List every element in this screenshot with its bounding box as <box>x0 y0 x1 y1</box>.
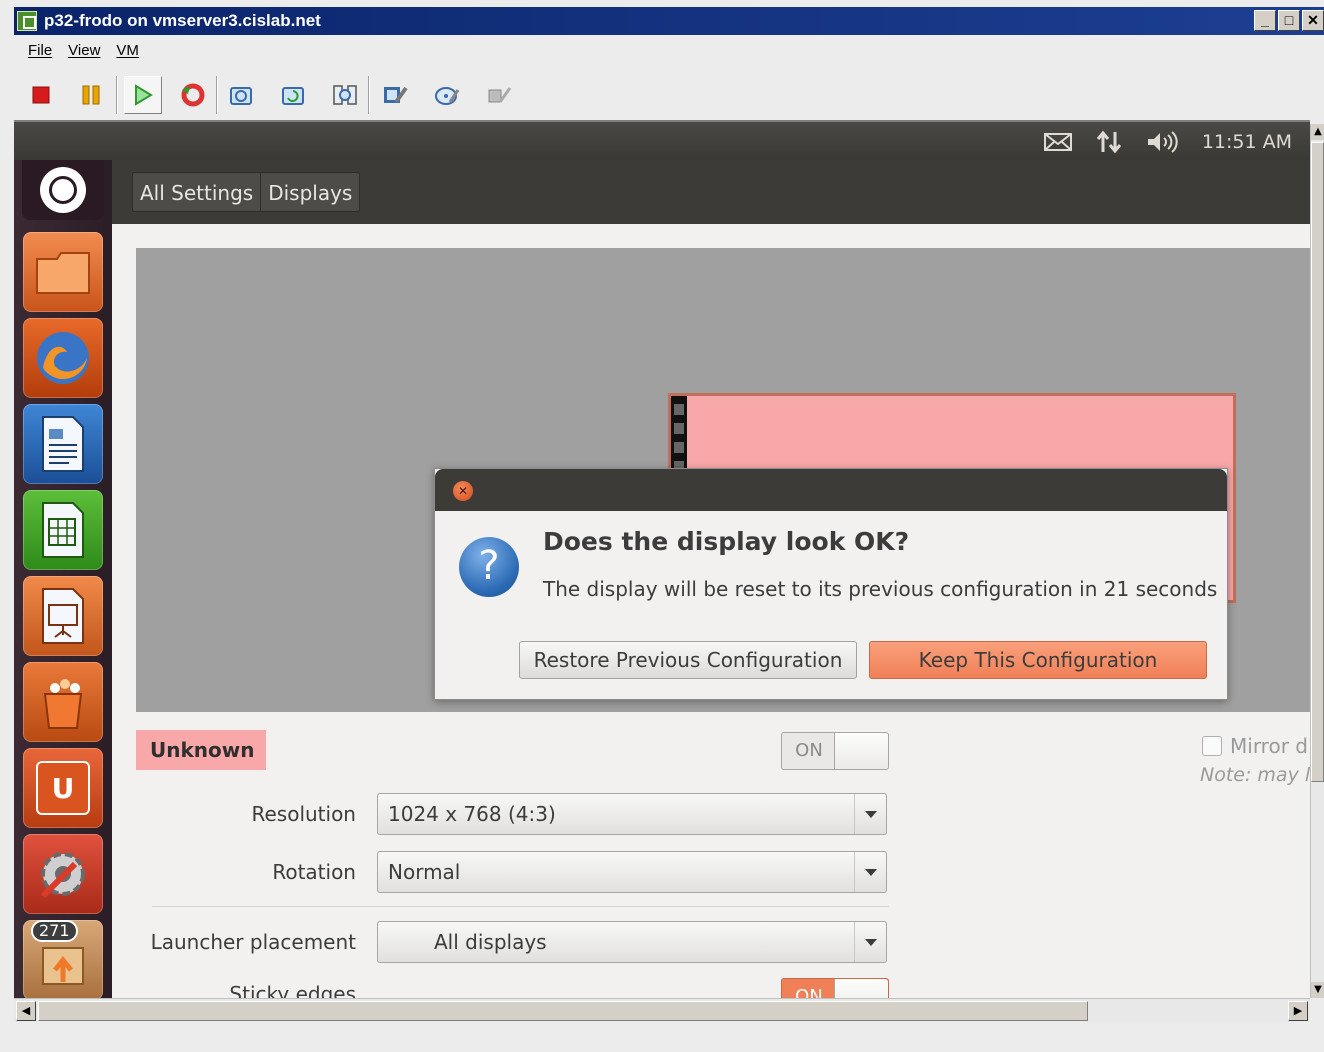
launcher-placement-label: Launcher placement <box>150 930 356 954</box>
sticky-toggle-label: ON <box>795 986 823 998</box>
dialog-title: Does the display look OK? <box>543 527 910 556</box>
volume-icon[interactable] <box>1146 130 1178 154</box>
settings-header: All Settings Displays <box>112 160 1310 224</box>
sticky-edges-toggle[interactable]: ON <box>781 978 889 998</box>
scroll-left-icon[interactable]: ◀ <box>16 1001 36 1021</box>
vertical-scroll-thumb[interactable] <box>1311 142 1324 782</box>
mirror-label: Mirror d <box>1230 734 1308 758</box>
ubuntu-top-panel: 11:51 AM <box>14 122 1310 160</box>
maximize-button[interactable]: □ <box>1278 10 1300 31</box>
firefox-icon[interactable] <box>23 318 103 398</box>
horizontal-scrollbar[interactable]: ◀ ▶ <box>14 998 1310 1022</box>
dialog-message: The display will be reset to its previou… <box>543 577 1218 601</box>
resolution-dropdown[interactable]: 1024 x 768 (4:3) <box>377 793 887 835</box>
mail-icon[interactable] <box>1043 132 1072 152</box>
writer-icon[interactable] <box>23 404 103 484</box>
display-on-toggle[interactable]: ON <box>781 732 889 770</box>
cd-dvd-icon[interactable] <box>432 80 462 110</box>
clock[interactable]: 11:51 AM <box>1202 131 1292 153</box>
manage-snapshots-icon[interactable] <box>330 80 360 110</box>
window-title: p32-frodo on vmserver3.cislab.net <box>44 11 321 30</box>
system-settings-icon[interactable] <box>23 834 103 914</box>
resolution-value: 1024 x 768 (4:3) <box>388 802 556 826</box>
sticky-edges-label: Sticky edges <box>229 982 356 998</box>
ubuntu-one-icon[interactable]: U <box>23 748 103 828</box>
files-icon[interactable] <box>23 232 103 312</box>
toolbar-separator <box>216 76 218 114</box>
usb-icon[interactable] <box>484 80 514 110</box>
revert-snapshot-icon[interactable] <box>278 80 308 110</box>
rotation-dropdown[interactable]: Normal <box>377 851 887 893</box>
toolbar-separator <box>368 76 370 114</box>
toggle-knob <box>834 979 888 998</box>
mirror-note: Note: may l <box>1200 764 1310 786</box>
chevron-down-icon <box>854 794 886 834</box>
mirror-checkbox-box[interactable] <box>1202 736 1222 756</box>
vm-toolbar <box>14 72 1324 118</box>
restore-previous-button[interactable]: Restore Previous Configuration <box>519 641 857 679</box>
impress-icon[interactable] <box>23 576 103 656</box>
rotation-label: Rotation <box>272 860 356 884</box>
launcher-placement-dropdown[interactable]: All displays <box>377 921 887 963</box>
network-icon[interactable] <box>1096 130 1122 154</box>
reset-icon[interactable] <box>178 80 208 110</box>
keep-configuration-button[interactable]: Keep This Configuration <box>869 641 1207 679</box>
launcher-placement-value: All displays <box>434 930 547 954</box>
close-button[interactable]: ✕ <box>1302 10 1324 31</box>
menu-file[interactable]: File <box>28 42 52 66</box>
mirror-displays-checkbox[interactable]: Mirror d <box>1202 734 1308 758</box>
window-controls: _ □ ✕ <box>1254 10 1324 31</box>
update-count-badge: 271 <box>31 920 78 942</box>
breadcrumb-displays[interactable]: Displays <box>261 173 359 211</box>
rotation-value: Normal <box>388 860 461 884</box>
vmware-console-window: p32-frodo on vmserver3.cislab.net _ □ ✕ … <box>0 0 1324 1052</box>
vm-screen[interactable]: 11:51 AM All Settings Displays U 271 ✕ ?… <box>14 120 1310 998</box>
play-icon[interactable] <box>124 76 162 114</box>
vmware-app-icon <box>17 11 37 31</box>
resolution-label: Resolution <box>251 802 356 826</box>
snapshot-icon[interactable] <box>226 80 256 110</box>
confirm-display-dialog: ✕ ? Does the display look OK? The displa… <box>434 468 1228 700</box>
window-titlebar: p32-frodo on vmserver3.cislab.net _ □ ✕ <box>14 7 1324 35</box>
breadcrumb-all-settings[interactable]: All Settings <box>133 173 262 211</box>
software-center-icon[interactable] <box>23 662 103 742</box>
toggle-knob <box>834 733 888 769</box>
dialog-titlebar: ✕ <box>435 469 1227 511</box>
ubuntu-dash-icon[interactable] <box>22 160 104 220</box>
breadcrumb: All Settings Displays <box>132 172 361 212</box>
system-tray: 11:51 AM <box>1043 130 1292 154</box>
pause-icon[interactable] <box>76 80 106 110</box>
minimize-button[interactable]: _ <box>1254 10 1276 31</box>
toggle-label: ON <box>795 740 823 761</box>
toolbar-separator <box>116 76 118 114</box>
ubuntu-launcher: U 271 <box>14 160 112 998</box>
chevron-down-icon <box>854 852 886 892</box>
display-name-label: Unknown <box>136 730 266 770</box>
scroll-down-icon[interactable]: ▼ <box>1311 982 1324 998</box>
settings-divider <box>152 906 889 907</box>
vm-settings-icon[interactable] <box>380 80 410 110</box>
menu-view[interactable]: View <box>68 42 100 66</box>
dialog-close-icon[interactable]: ✕ <box>453 481 473 501</box>
chevron-down-icon <box>854 922 886 962</box>
scroll-up-icon[interactable]: ▲ <box>1311 124 1324 140</box>
horizontal-scroll-thumb[interactable] <box>38 1001 1088 1021</box>
menu-bar: File View VM <box>14 42 139 66</box>
question-icon: ? <box>459 537 519 597</box>
menu-vm[interactable]: VM <box>116 42 139 66</box>
update-manager-icon[interactable]: 271 <box>23 920 103 998</box>
scroll-right-icon[interactable]: ▶ <box>1288 1001 1308 1021</box>
stop-icon[interactable] <box>26 80 56 110</box>
vertical-scrollbar[interactable]: ▲ ▼ <box>1310 124 1324 998</box>
calc-icon[interactable] <box>23 490 103 570</box>
